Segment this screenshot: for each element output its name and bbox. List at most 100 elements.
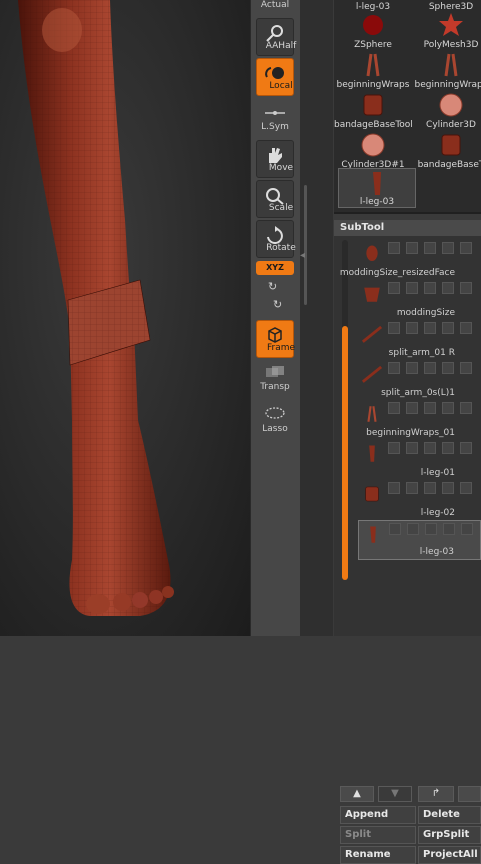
subtool-toggle[interactable] xyxy=(461,523,473,535)
legpiece-thumbnail-icon xyxy=(361,523,385,547)
subtool-toggle[interactable] xyxy=(442,362,454,374)
subtool-toggle[interactable] xyxy=(407,523,419,535)
subtool-toggle[interactable] xyxy=(443,523,455,535)
move-up-button[interactable]: ▲ xyxy=(340,786,374,802)
subtool-scrollbar[interactable] xyxy=(342,240,348,580)
viewport-canvas[interactable] xyxy=(0,0,250,636)
subtool-row[interactable]: moddingSize_resizedFace xyxy=(340,240,481,280)
subtool-name: beginningWraps_01 xyxy=(366,428,455,438)
subtool-toggle[interactable] xyxy=(406,362,418,374)
subtool-toggle[interactable] xyxy=(442,442,454,454)
tool-thumbnail[interactable]: beginningWraps xyxy=(334,50,412,90)
tool-thumbnail[interactable]: bandageBaseTool2 xyxy=(334,90,412,130)
move-button[interactable]: Move xyxy=(256,140,294,178)
subtool-row[interactable]: moddingSize xyxy=(358,280,481,320)
subtool-row[interactable]: split_arm_01 R xyxy=(358,320,481,360)
subtool-toggle[interactable] xyxy=(388,362,400,374)
subtool-toggle[interactable] xyxy=(424,362,436,374)
subtool-title[interactable]: SubTool xyxy=(334,220,481,236)
subtool-toggle[interactable] xyxy=(406,402,418,414)
subtool-toggle[interactable] xyxy=(388,282,400,294)
tool-label: Cylinder3D xyxy=(426,120,476,130)
append-button[interactable]: Append xyxy=(340,806,416,824)
rotate-z-icon[interactable]: ↻ xyxy=(273,298,282,311)
xyz-button[interactable]: XYZ xyxy=(256,261,294,275)
tool-thumbnail[interactable]: Cylinder3D#1 xyxy=(334,130,412,170)
head-thumbnail-icon xyxy=(360,242,384,266)
lsym-label: L.Sym xyxy=(261,122,289,132)
subtool-toggle[interactable] xyxy=(389,523,401,535)
subtool-toggle[interactable] xyxy=(460,282,472,294)
rotate-y-icon[interactable]: ↻ xyxy=(268,280,277,293)
tool-thumbnail[interactable]: ZSphere xyxy=(334,10,412,50)
subtool-toggle[interactable] xyxy=(425,523,437,535)
aahalf-button[interactable]: AAHalf xyxy=(256,18,296,56)
subtool-toggle[interactable] xyxy=(442,402,454,414)
tool-thumbnail[interactable]: l-leg-03 xyxy=(338,168,416,208)
subtool-toggle[interactable] xyxy=(460,242,472,254)
subtool-toggle[interactable] xyxy=(460,442,472,454)
move-label: Move xyxy=(268,163,294,173)
tool-thumbnail[interactable]: beginningWraps xyxy=(412,50,481,90)
tool-thumbnail[interactable]: PolyMesh3D xyxy=(412,10,481,50)
subtool-toggle[interactable] xyxy=(442,322,454,334)
subtool-name: split_arm_01 R xyxy=(388,348,455,358)
subtool-toggle[interactable] xyxy=(424,482,436,494)
move-down-button[interactable]: ▼ xyxy=(378,786,412,802)
collapse-arrow-icon[interactable]: ◂ xyxy=(300,250,305,261)
tool-thumbnail[interactable]: Cylinder3D xyxy=(412,90,481,130)
subtool-toggle[interactable] xyxy=(424,402,436,414)
subtool-toggle[interactable] xyxy=(424,322,436,334)
subtool-toggle[interactable] xyxy=(424,282,436,294)
subtool-row[interactable]: l-leg-01 xyxy=(358,440,481,480)
grpsplit-button[interactable]: GrpSplit xyxy=(418,826,481,844)
subtool-toggle[interactable] xyxy=(460,362,472,374)
subtool-toggle[interactable] xyxy=(388,322,400,334)
local-label: Local xyxy=(269,81,293,91)
subtool-toggle[interactable] xyxy=(406,482,418,494)
subtool-toggle[interactable] xyxy=(442,482,454,494)
disc-thumbnail-icon xyxy=(434,92,468,118)
tool-thumbnail[interactable]: bandageBaseT xyxy=(412,130,481,170)
wraps-thumbnail-icon xyxy=(360,402,384,426)
local-button[interactable]: Local xyxy=(256,58,294,96)
subtool-toggle[interactable] xyxy=(424,442,436,454)
subtool-toggle[interactable] xyxy=(406,322,418,334)
subtool-toggle[interactable] xyxy=(442,282,454,294)
subtool-toggle[interactable] xyxy=(406,442,418,454)
extra-button[interactable] xyxy=(458,786,481,802)
subtool-row[interactable]: beginningWraps_01 xyxy=(358,400,481,440)
delete-button[interactable]: Delete xyxy=(418,806,481,824)
subtool-toggle[interactable] xyxy=(406,242,418,254)
subtool-toggle[interactable] xyxy=(388,482,400,494)
projectall-button[interactable]: ProjectAll xyxy=(418,846,481,864)
frame-button[interactable]: Frame xyxy=(256,320,295,358)
subtool-row[interactable]: l-leg-02 xyxy=(358,480,481,520)
subtool-toggle[interactable] xyxy=(388,242,400,254)
divider-handle[interactable] xyxy=(304,185,307,305)
subtool-row[interactable]: l-leg-03 xyxy=(358,520,481,560)
subtool-toggle[interactable] xyxy=(442,242,454,254)
transp-button[interactable]: Transp xyxy=(251,362,299,398)
scale-button[interactable]: Scale xyxy=(256,180,294,218)
cube-icon xyxy=(268,327,282,343)
lsym-button[interactable]: L.Sym xyxy=(251,104,299,140)
reorder-button[interactable]: ↱ xyxy=(418,786,454,802)
subtool-toggle[interactable] xyxy=(460,482,472,494)
split-button[interactable]: Split xyxy=(340,826,416,844)
frame-label: Frame xyxy=(266,343,296,353)
subtool-toggle[interactable] xyxy=(388,442,400,454)
cylinder-thumbnail-icon xyxy=(434,132,468,158)
panel-divider[interactable]: ◂ xyxy=(300,0,333,636)
subtool-toggle[interactable] xyxy=(424,242,436,254)
lasso-button[interactable]: Lasso xyxy=(251,404,299,440)
subtool-toggle[interactable] xyxy=(460,402,472,414)
subtool-row[interactable]: split_arm_0s(L)1 xyxy=(358,360,481,400)
subtool-toggle[interactable] xyxy=(460,322,472,334)
subtool-panel: SubTool moddingSize_resizedFace moddingSi… xyxy=(334,220,481,864)
subtool-toggle[interactable] xyxy=(406,282,418,294)
subtool-toggle[interactable] xyxy=(388,402,400,414)
scrollbar-thumb[interactable] xyxy=(342,326,348,580)
rename-button[interactable]: Rename xyxy=(340,846,416,864)
rotate-button[interactable]: Rotate xyxy=(256,220,296,258)
